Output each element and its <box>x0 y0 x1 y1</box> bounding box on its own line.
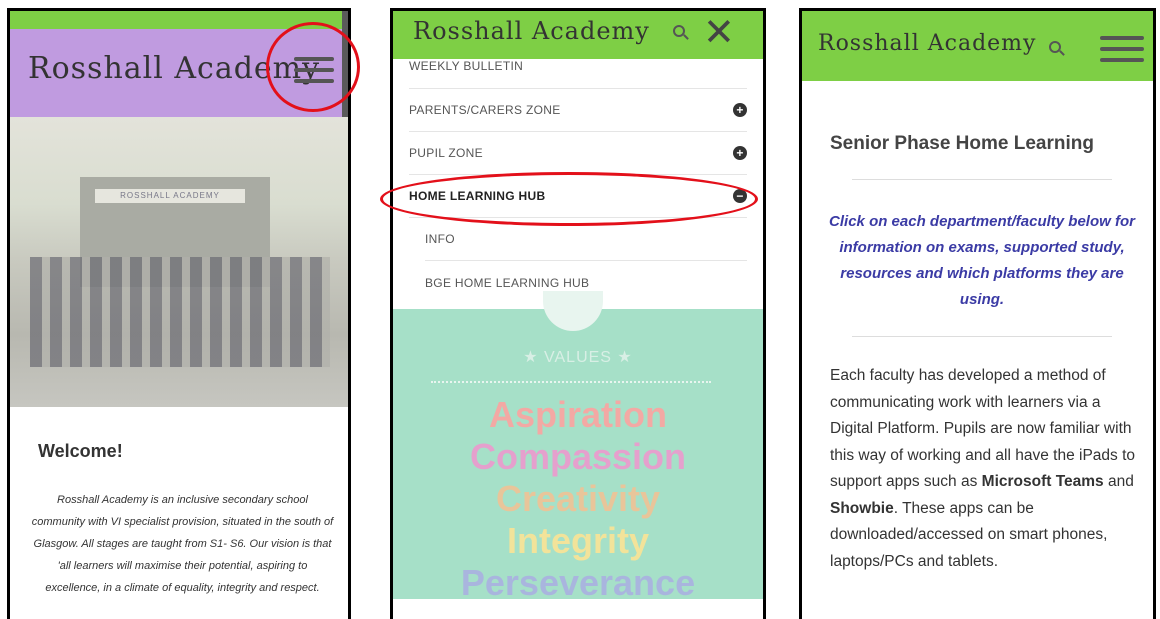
phone-screen-senior-phase: Rosshall Academy Senior Phase Home Learn… <box>799 8 1156 619</box>
menu-item-label: INFO <box>425 232 455 246</box>
expand-plus-icon[interactable]: + <box>733 146 747 160</box>
search-icon[interactable] <box>673 25 685 37</box>
site-brand[interactable]: Rosshall Academy <box>413 17 650 45</box>
body-text-part: Each faculty has developed a method of c… <box>830 367 1136 490</box>
value-word: Perseverance <box>460 562 696 603</box>
expand-plus-icon[interactable]: + <box>733 103 747 117</box>
value-word: Creativity <box>495 478 661 519</box>
welcome-heading: Welcome! <box>38 441 123 461</box>
value-word: Compassion <box>469 436 687 477</box>
school-crest <box>543 291 603 331</box>
intro-text: Rosshall Academy is an inclusive seconda… <box>31 494 334 594</box>
app-name-microsoft-teams: Microsoft Teams <box>981 473 1104 490</box>
menu-item-label: WEEKLY BULLETIN <box>409 59 524 73</box>
pupils-group <box>30 257 330 367</box>
search-icon[interactable] <box>1049 41 1061 53</box>
highlight-circle-menu <box>266 22 360 112</box>
value-word: Integrity <box>506 520 649 561</box>
page-footer <box>393 599 763 619</box>
school-photo: ROSSHALL ACADEMY <box>10 117 348 407</box>
star-icon: ★ <box>523 349 545 366</box>
site-brand[interactable]: Rosshall Academy <box>818 31 1036 56</box>
hamburger-menu-icon[interactable] <box>1100 34 1144 64</box>
site-header: Rosshall Academy ✕ <box>393 11 763 59</box>
phone-screen-menu: Rosshall Academy ✕ WEEKLY BULLETIN PAREN… <box>390 8 766 619</box>
star-icon: ★ <box>611 349 633 366</box>
values-title: VALUES <box>544 349 612 366</box>
values-heading: ★ VALUES ★ <box>393 347 763 367</box>
divider <box>431 381 711 383</box>
close-icon[interactable]: ✕ <box>703 13 735 53</box>
page-title: Senior Phase Home Learning <box>830 133 1094 154</box>
welcome-section: Welcome! Rosshall Academy is an inclusiv… <box>10 407 348 619</box>
school-sign: ROSSHALL ACADEMY <box>95 189 245 203</box>
menu-item-weekly-bulletin[interactable]: WEEKLY BULLETIN <box>409 59 747 89</box>
value-word: Aspiration <box>488 394 667 435</box>
menu-item-pupil-zone[interactable]: PUPIL ZONE + <box>409 132 747 175</box>
department-instructions: Click on each department/faculty below f… <box>829 213 1135 308</box>
menu-item-label: PUPIL ZONE <box>409 146 483 160</box>
divider <box>852 336 1112 337</box>
highlight-ellipse-home-learning-hub <box>380 172 758 226</box>
app-name-showbie: Showbie <box>830 499 894 517</box>
menu-item-label: BGE HOME LEARNING HUB <box>425 275 590 290</box>
site-header: Rosshall Academy <box>802 11 1153 81</box>
divider <box>852 179 1112 180</box>
menu-item-label: PARENTS/CARERS ZONE <box>409 103 561 117</box>
values-section: ★ VALUES ★ Aspiration Compassion Creativ… <box>393 291 763 603</box>
body-text: Each faculty has developed a method of c… <box>830 363 1135 575</box>
menu-item-parents-carers-zone[interactable]: PARENTS/CARERS ZONE + <box>409 89 747 132</box>
body-text-part: and <box>1103 473 1134 490</box>
